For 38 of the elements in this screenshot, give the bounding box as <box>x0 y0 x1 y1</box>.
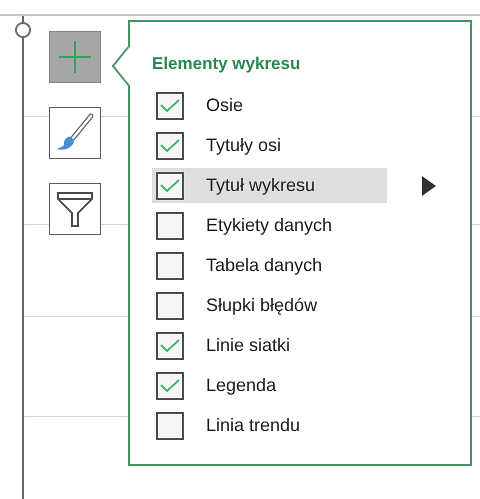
element-option[interactable]: Osie <box>152 88 387 123</box>
check-icon <box>160 338 180 352</box>
checkbox[interactable] <box>156 292 184 320</box>
checkbox[interactable] <box>156 92 184 120</box>
option-label: Tabela danych <box>206 255 322 276</box>
chart-tool-button[interactable] <box>49 107 101 159</box>
plus-icon <box>57 39 93 75</box>
check-icon <box>160 98 180 112</box>
checkbox[interactable] <box>156 172 184 200</box>
checkbox[interactable] <box>156 252 184 280</box>
option-label: Tytuły osi <box>206 135 282 156</box>
option-label: Osie <box>206 95 244 116</box>
option-label: Tytuł wykresu <box>206 175 316 196</box>
checkbox[interactable] <box>156 412 184 440</box>
checkbox[interactable] <box>156 372 184 400</box>
resize-handle[interactable] <box>15 22 31 38</box>
option-label: Etykiety danych <box>206 215 332 236</box>
element-option[interactable]: Legenda <box>152 368 387 403</box>
panel-title: Elementy wykresu <box>152 54 302 74</box>
element-option[interactable]: Tytuły osi <box>152 128 387 163</box>
filter-icon <box>55 189 95 229</box>
option-label: Linia trendu <box>206 415 300 436</box>
element-option[interactable]: Etykiety danych <box>152 208 387 243</box>
element-option[interactable]: Linie siatki <box>152 328 387 363</box>
element-option[interactable]: Linia trendu <box>152 408 387 443</box>
element-option[interactable]: Tabela danych <box>152 248 387 283</box>
submenu-arrow-icon[interactable] <box>422 176 436 196</box>
option-label: Linie siatki <box>206 335 290 356</box>
check-icon <box>160 138 180 152</box>
chart-tool-button[interactable] <box>49 183 101 235</box>
checkbox[interactable] <box>156 332 184 360</box>
checkbox[interactable] <box>156 132 184 160</box>
check-icon <box>160 178 180 192</box>
element-option[interactable]: Słupki błędów <box>152 288 387 323</box>
option-label: Legenda <box>206 375 276 396</box>
check-icon <box>160 378 180 392</box>
checkbox[interactable] <box>156 212 184 240</box>
option-label: Słupki błędów <box>206 295 318 316</box>
